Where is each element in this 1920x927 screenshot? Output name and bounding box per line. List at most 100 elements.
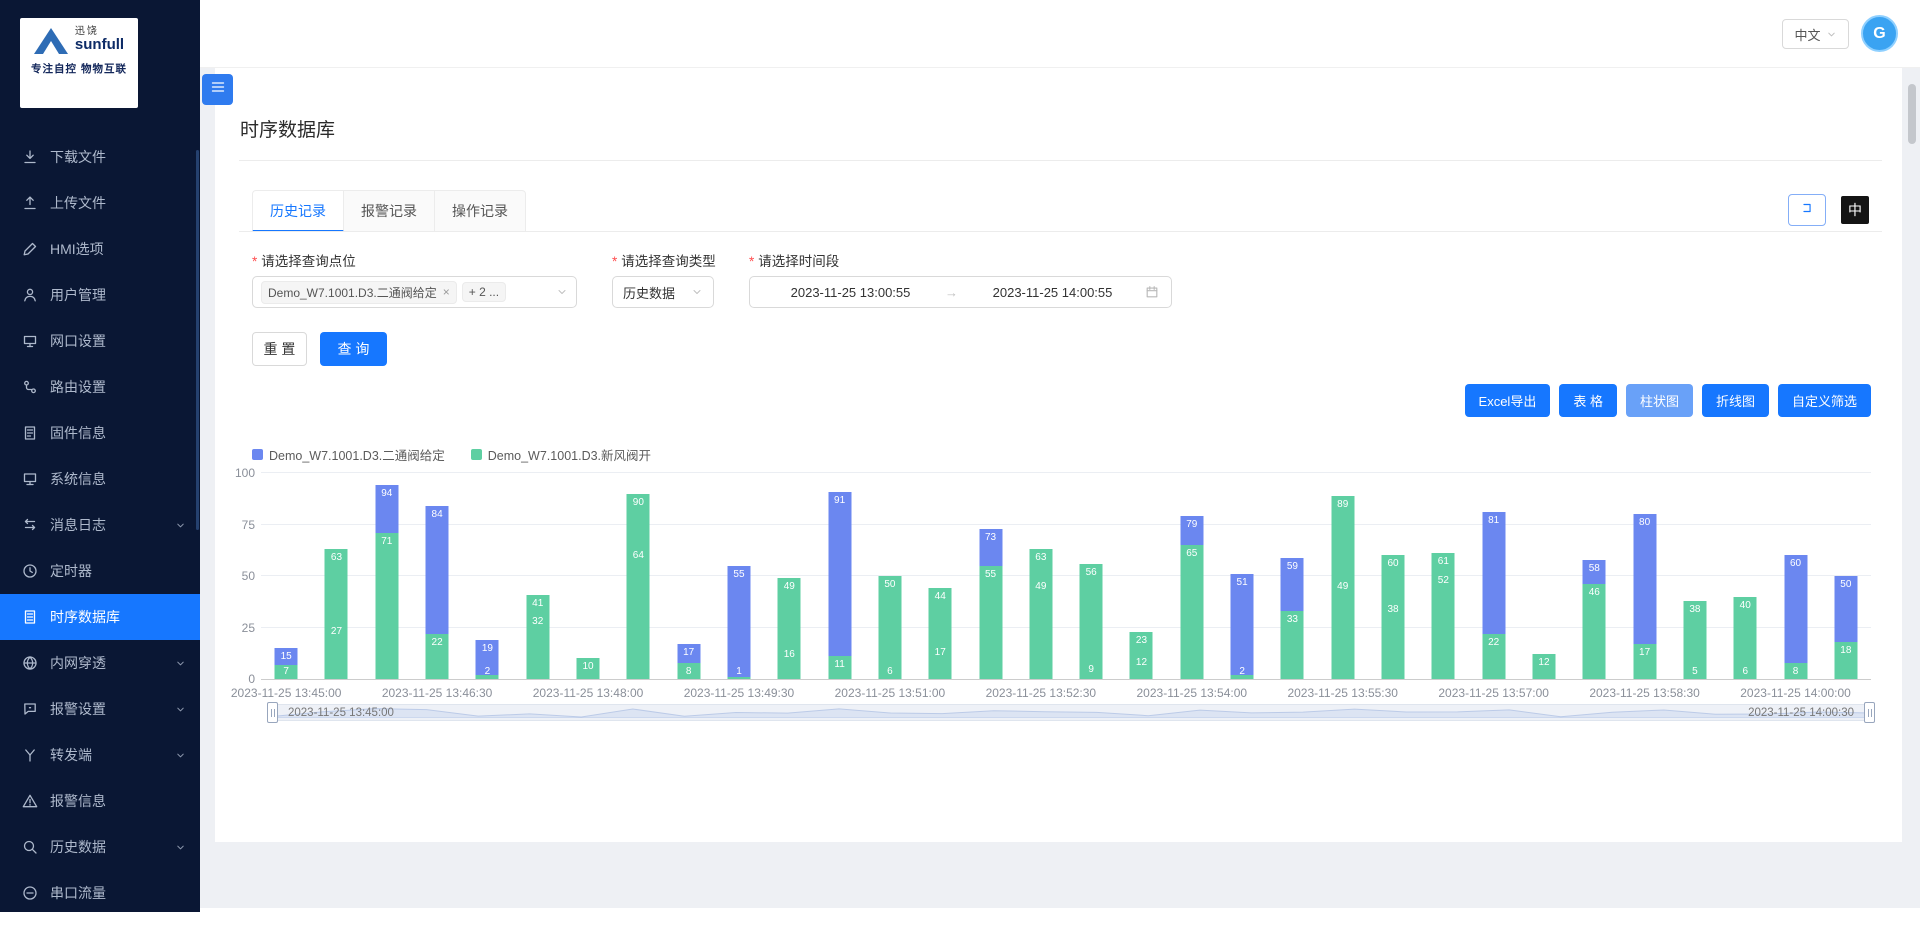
language-select[interactable]: 中文 bbox=[1782, 19, 1849, 49]
tab-0[interactable]: 历史记录 bbox=[252, 190, 344, 232]
sidebar-item-11[interactable]: 内网穿透 bbox=[0, 640, 200, 686]
bar-group-25[interactable]: 12 bbox=[1519, 473, 1569, 679]
bar-value-label: 46 bbox=[1561, 587, 1627, 598]
divider bbox=[239, 231, 1882, 232]
query-type-select[interactable]: 历史数据 bbox=[612, 276, 714, 308]
bar-value-label: 63 bbox=[303, 552, 369, 563]
tab-2[interactable]: 操作记录 bbox=[435, 190, 526, 232]
chart-legend: Demo_W7.1001.D3.二通阀给定 Demo_W7.1001.D3.新风阀… bbox=[252, 445, 651, 464]
sidebar-item-3[interactable]: 用户管理 bbox=[0, 272, 200, 318]
bar-value-label: 91 bbox=[806, 495, 872, 506]
tab-1[interactable]: 报警记录 bbox=[344, 190, 435, 232]
bar-group-29[interactable]: 640 bbox=[1720, 473, 1770, 679]
bar-chart-button[interactable]: 柱状图 bbox=[1626, 384, 1693, 417]
sidebar-item-label: 历史数据 bbox=[50, 837, 106, 857]
bar-group-19[interactable]: 512 bbox=[1217, 473, 1267, 679]
sidebar-item-14[interactable]: 报警信息 bbox=[0, 778, 200, 824]
x-axis-tick-label: 2023-11-25 13:45:00 bbox=[231, 686, 342, 700]
avatar[interactable]: G bbox=[1861, 15, 1898, 52]
bar-value-label: 2 bbox=[454, 666, 520, 677]
upload-icon bbox=[22, 195, 40, 211]
type-field-label: *请选择查询类型 bbox=[612, 250, 716, 270]
bar-chart: 02550751001572023-11-25 13:45:0027639471… bbox=[261, 473, 1871, 680]
sidebar-item-2[interactable]: HMI选项 bbox=[0, 226, 200, 272]
bar-series-1 bbox=[325, 549, 348, 679]
bar-value-label: 49 bbox=[756, 581, 822, 592]
legend-item-1[interactable]: Demo_W7.1001.D3.新风阀开 bbox=[471, 445, 651, 464]
sidebar-scrollbar[interactable] bbox=[196, 150, 199, 530]
sidebar-item-label: 内网穿透 bbox=[50, 653, 106, 673]
brand-logo: 迅饶 sunfull 专注自控 物物互联 bbox=[20, 18, 138, 108]
sidebar-item-label: 用户管理 bbox=[50, 285, 106, 305]
custom-filter-button[interactable]: 自定义筛选 bbox=[1778, 384, 1871, 417]
sidebar-item-6[interactable]: 固件信息 bbox=[0, 410, 200, 456]
bar-group-0[interactable]: 157 bbox=[261, 473, 311, 679]
time-range-picker[interactable]: 2023-11-25 13:00:55 → 2023-11-25 14:00:5… bbox=[749, 276, 1172, 308]
sidebar-item-1[interactable]: 上传文件 bbox=[0, 180, 200, 226]
line-chart-button[interactable]: 折线图 bbox=[1702, 384, 1769, 417]
bar-value-label: 52 bbox=[1410, 575, 1476, 586]
bar-value-label: 84 bbox=[404, 509, 470, 520]
y-axis-tick-label: 25 bbox=[221, 621, 255, 635]
legend-item-0[interactable]: Demo_W7.1001.D3.二通阀给定 bbox=[252, 445, 445, 464]
range-start-value[interactable]: 2023-11-25 13:00:55 bbox=[762, 285, 939, 300]
sidebar-item-15[interactable]: 历史数据 bbox=[0, 824, 200, 870]
bar-series-1 bbox=[1382, 555, 1405, 679]
vertical-scrollbar-thumb[interactable] bbox=[1908, 84, 1916, 144]
x-axis-tick-label: 2023-11-25 13:51:00 bbox=[835, 686, 946, 700]
reset-button[interactable]: 重 置 bbox=[252, 332, 307, 366]
datazoom-left-handle[interactable] bbox=[267, 702, 278, 723]
bar-group-23[interactable]: 5261 bbox=[1418, 473, 1468, 679]
more-points-tag[interactable]: + 2 ... bbox=[462, 282, 506, 302]
bar-group-27[interactable]: 8017 bbox=[1619, 473, 1669, 679]
bar-value-label: 65 bbox=[1159, 548, 1225, 559]
datazoom-slider[interactable]: 2023-11-25 13:45:00 2023-11-25 14:00:30 bbox=[271, 704, 1871, 721]
sidebar-item-7[interactable]: 系统信息 bbox=[0, 456, 200, 502]
bar-group-2[interactable]: 9471 bbox=[362, 473, 412, 679]
tsdb-icon bbox=[22, 609, 40, 625]
bar-value-label: 50 bbox=[857, 579, 923, 590]
bar-value-label: 80 bbox=[1611, 517, 1677, 528]
bar-group-1[interactable]: 2763 bbox=[311, 473, 361, 679]
query-points-multiselect[interactable]: Demo_W7.1001.D3.二通阀给定 × + 2 ... bbox=[252, 276, 577, 308]
chevron-down-icon bbox=[175, 842, 186, 853]
sidebar-item-10[interactable]: 时序数据库 bbox=[0, 594, 200, 640]
tab-bar: 历史记录报警记录操作记录 bbox=[252, 190, 526, 232]
bar-group-21[interactable]: 4989 bbox=[1318, 473, 1368, 679]
sidebar-collapse-button[interactable] bbox=[202, 74, 233, 105]
bar-group-16[interactable]: 956 bbox=[1066, 473, 1116, 679]
sidebar-item-16[interactable]: 串口流量 bbox=[0, 870, 200, 912]
user-icon bbox=[22, 287, 40, 303]
excel-export-button[interactable]: Excel导出 bbox=[1465, 384, 1551, 417]
bar-value-label: 15 bbox=[253, 651, 319, 662]
bar-group-31[interactable]: 5018 bbox=[1821, 473, 1871, 679]
bar-value-label: 79 bbox=[1159, 519, 1225, 530]
bar-value-label: 23 bbox=[1108, 635, 1174, 646]
tag-close-icon[interactable]: × bbox=[443, 285, 450, 299]
system-info-icon bbox=[22, 471, 40, 487]
datazoom-right-handle[interactable] bbox=[1864, 702, 1875, 723]
query-button[interactable]: 查 询 bbox=[320, 332, 387, 366]
bar-value-label: 50 bbox=[1813, 579, 1879, 590]
bar-value-label: 90 bbox=[605, 497, 671, 508]
sidebar-item-12[interactable]: 报警设置 bbox=[0, 686, 200, 732]
sidebar-item-label: 固件信息 bbox=[50, 423, 106, 443]
sidebar-item-4[interactable]: 网口设置 bbox=[0, 318, 200, 364]
sidebar-item-0[interactable]: 下载文件 bbox=[0, 134, 200, 180]
sidebar-item-8[interactable]: 消息日志 bbox=[0, 502, 200, 548]
sidebar-item-13[interactable]: 转发端 bbox=[0, 732, 200, 778]
sidebar-item-9[interactable]: 定时器 bbox=[0, 548, 200, 594]
chevron-down-icon bbox=[175, 658, 186, 669]
bar-value-label: 8 bbox=[1762, 666, 1828, 677]
table-view-button[interactable]: 表 格 bbox=[1559, 384, 1617, 417]
bar-value-label: 55 bbox=[706, 569, 772, 580]
collapse-panel-button[interactable] bbox=[1788, 194, 1826, 226]
bar-value-label: 32 bbox=[505, 616, 571, 627]
alarm-settings-icon bbox=[22, 701, 40, 717]
bar-value-label: 58 bbox=[1561, 563, 1627, 574]
sidebar-item-5[interactable]: 路由设置 bbox=[0, 364, 200, 410]
sidebar-item-label: 消息日志 bbox=[50, 515, 106, 535]
chinese-toggle-button[interactable]: 中 bbox=[1841, 196, 1869, 224]
range-end-value[interactable]: 2023-11-25 14:00:55 bbox=[964, 285, 1141, 300]
bar-group-4[interactable]: 192 bbox=[462, 473, 512, 679]
